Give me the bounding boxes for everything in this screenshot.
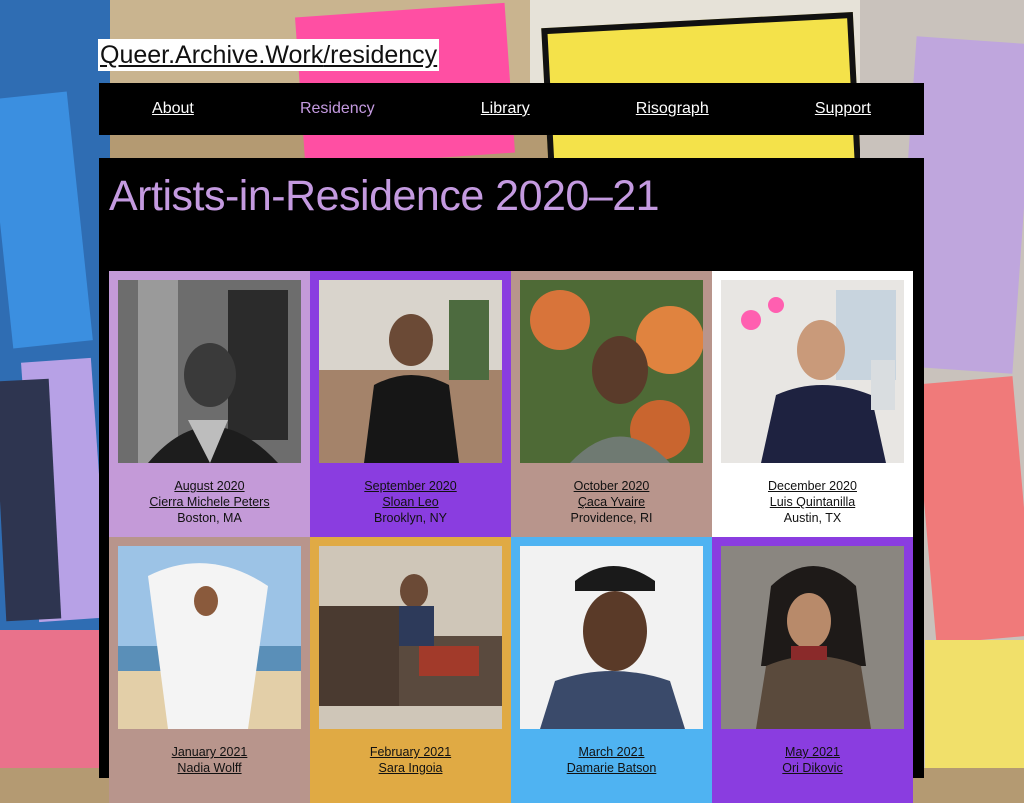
- nav-support[interactable]: Support: [815, 100, 871, 118]
- resident-month-link[interactable]: January 2021: [109, 744, 310, 760]
- resident-location: Providence, RI: [570, 511, 653, 525]
- resident-name-link[interactable]: Ori Dikovic: [712, 760, 913, 776]
- resident-name-link[interactable]: Sara Ingoia: [310, 760, 511, 776]
- resident-name-link[interactable]: Nadia Wolff: [109, 760, 310, 776]
- resident-card: January 2021 Nadia Wolff: [109, 537, 310, 803]
- resident-photo[interactable]: [118, 280, 301, 463]
- resident-month-link[interactable]: May 2021: [712, 744, 913, 760]
- site-home-link[interactable]: Queer.Archive.Work: [100, 41, 323, 69]
- resident-photo[interactable]: [319, 280, 502, 463]
- resident-month-link[interactable]: December 2020: [712, 478, 913, 494]
- resident-photo[interactable]: [319, 546, 502, 729]
- nav-library[interactable]: Library: [481, 100, 530, 118]
- resident-name-link[interactable]: Damarie Batson: [511, 760, 712, 776]
- resident-photo[interactable]: [721, 546, 904, 729]
- main-nav: About Residency Library Risograph Suppor…: [99, 83, 924, 135]
- resident-card: February 2021 Sara Ingoia: [310, 537, 511, 803]
- nav-residency[interactable]: Residency: [300, 100, 375, 118]
- resident-card: September 2020 Sloan Leo Brooklyn, NY: [310, 271, 511, 537]
- site-title-path: /residency: [323, 41, 438, 69]
- resident-name-link[interactable]: Cierra Michele Peters: [109, 494, 310, 510]
- nav-about[interactable]: About: [152, 100, 194, 118]
- resident-card: December 2020 Luis Quintanilla Austin, T…: [712, 271, 913, 537]
- resident-name-link[interactable]: Luis Quintanilla: [712, 494, 913, 510]
- resident-card: August 2020 Cierra Michele Peters Boston…: [109, 271, 310, 537]
- page-title: Artists-in-Residence 2020–21: [109, 172, 660, 220]
- resident-month-link[interactable]: March 2021: [511, 744, 712, 760]
- residency-panel: Artists-in-Residence 2020–21 August 2020…: [99, 158, 924, 803]
- resident-location: Austin, TX: [783, 511, 842, 525]
- resident-name-link[interactable]: Sloan Leo: [310, 494, 511, 510]
- resident-month-link[interactable]: September 2020: [310, 478, 511, 494]
- resident-card: March 2021 Damarie Batson: [511, 537, 712, 803]
- resident-card: May 2021 Ori Dikovic: [712, 537, 913, 803]
- resident-photo[interactable]: [118, 546, 301, 729]
- resident-month-link[interactable]: February 2021: [310, 744, 511, 760]
- resident-photo[interactable]: [520, 280, 703, 463]
- site-title: Queer.Archive.Work/residency: [98, 39, 440, 71]
- resident-location: Brooklyn, NY: [374, 511, 447, 525]
- residents-grid: August 2020 Cierra Michele Peters Boston…: [109, 271, 913, 803]
- resident-photo[interactable]: [721, 280, 904, 463]
- nav-risograph[interactable]: Risograph: [636, 100, 709, 118]
- resident-month-link[interactable]: October 2020: [511, 478, 712, 494]
- resident-card: October 2020 Çaca Yvaire Providence, RI: [511, 271, 712, 537]
- resident-month-link[interactable]: August 2020: [109, 478, 310, 494]
- resident-photo[interactable]: [520, 546, 703, 729]
- resident-location: Boston, MA: [177, 511, 242, 525]
- resident-name-link[interactable]: Çaca Yvaire: [511, 494, 712, 510]
